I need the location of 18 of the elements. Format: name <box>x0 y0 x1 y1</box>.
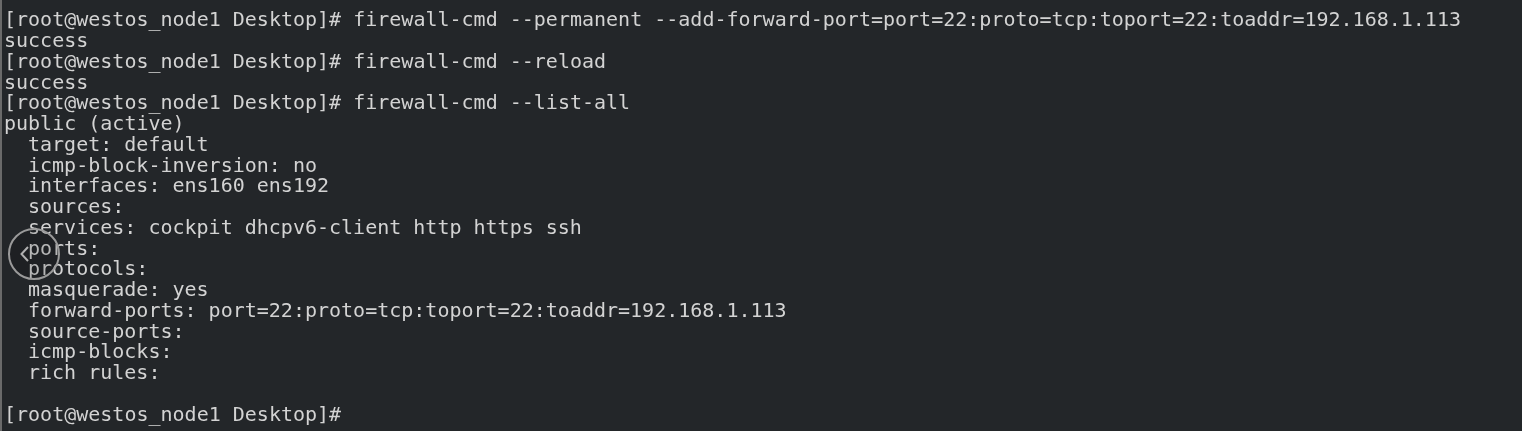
terminal-line: masquerade: yes <box>28 279 209 300</box>
terminal-line: interfaces: ens160 ens192 <box>28 175 330 196</box>
terminal-line: source-ports: <box>28 320 185 341</box>
terminal-line: success <box>4 71 89 92</box>
terminal-line: [root@westos_node1 Desktop]# <box>4 403 342 424</box>
terminal-line: rich rules: <box>28 362 161 383</box>
terminal-line: icmp-block-inversion: no <box>28 154 317 175</box>
terminal-line: [root@westos_node1 Desktop]# firewall-cmd --reload <box>4 50 607 71</box>
terminal-line: [root@westos_node1 Desktop]# firewall-cmd --list-all <box>4 92 631 113</box>
terminal-line: icmp-blocks: <box>28 341 173 362</box>
terminal-line: success <box>4 30 89 51</box>
terminal-line: target: default <box>28 133 209 154</box>
chevron-left-icon <box>20 246 29 262</box>
terminal-line: public (active) <box>4 113 185 134</box>
terminal-line: sources: <box>28 196 125 217</box>
terminal-line: forward-ports: port=22:proto=tcp:toport=22:toaddr=192.168.1.113 <box>28 299 787 320</box>
terminal-line: services: cockpit dhcpv6-client http https ssh <box>28 216 582 237</box>
terminal-line: [root@westos_node1 Desktop]# firewall-cmd --permanent --add-forward-port=port=22:proto=tcp:toport=22:toaddr=192.168.1.113 <box>4 9 1461 30</box>
